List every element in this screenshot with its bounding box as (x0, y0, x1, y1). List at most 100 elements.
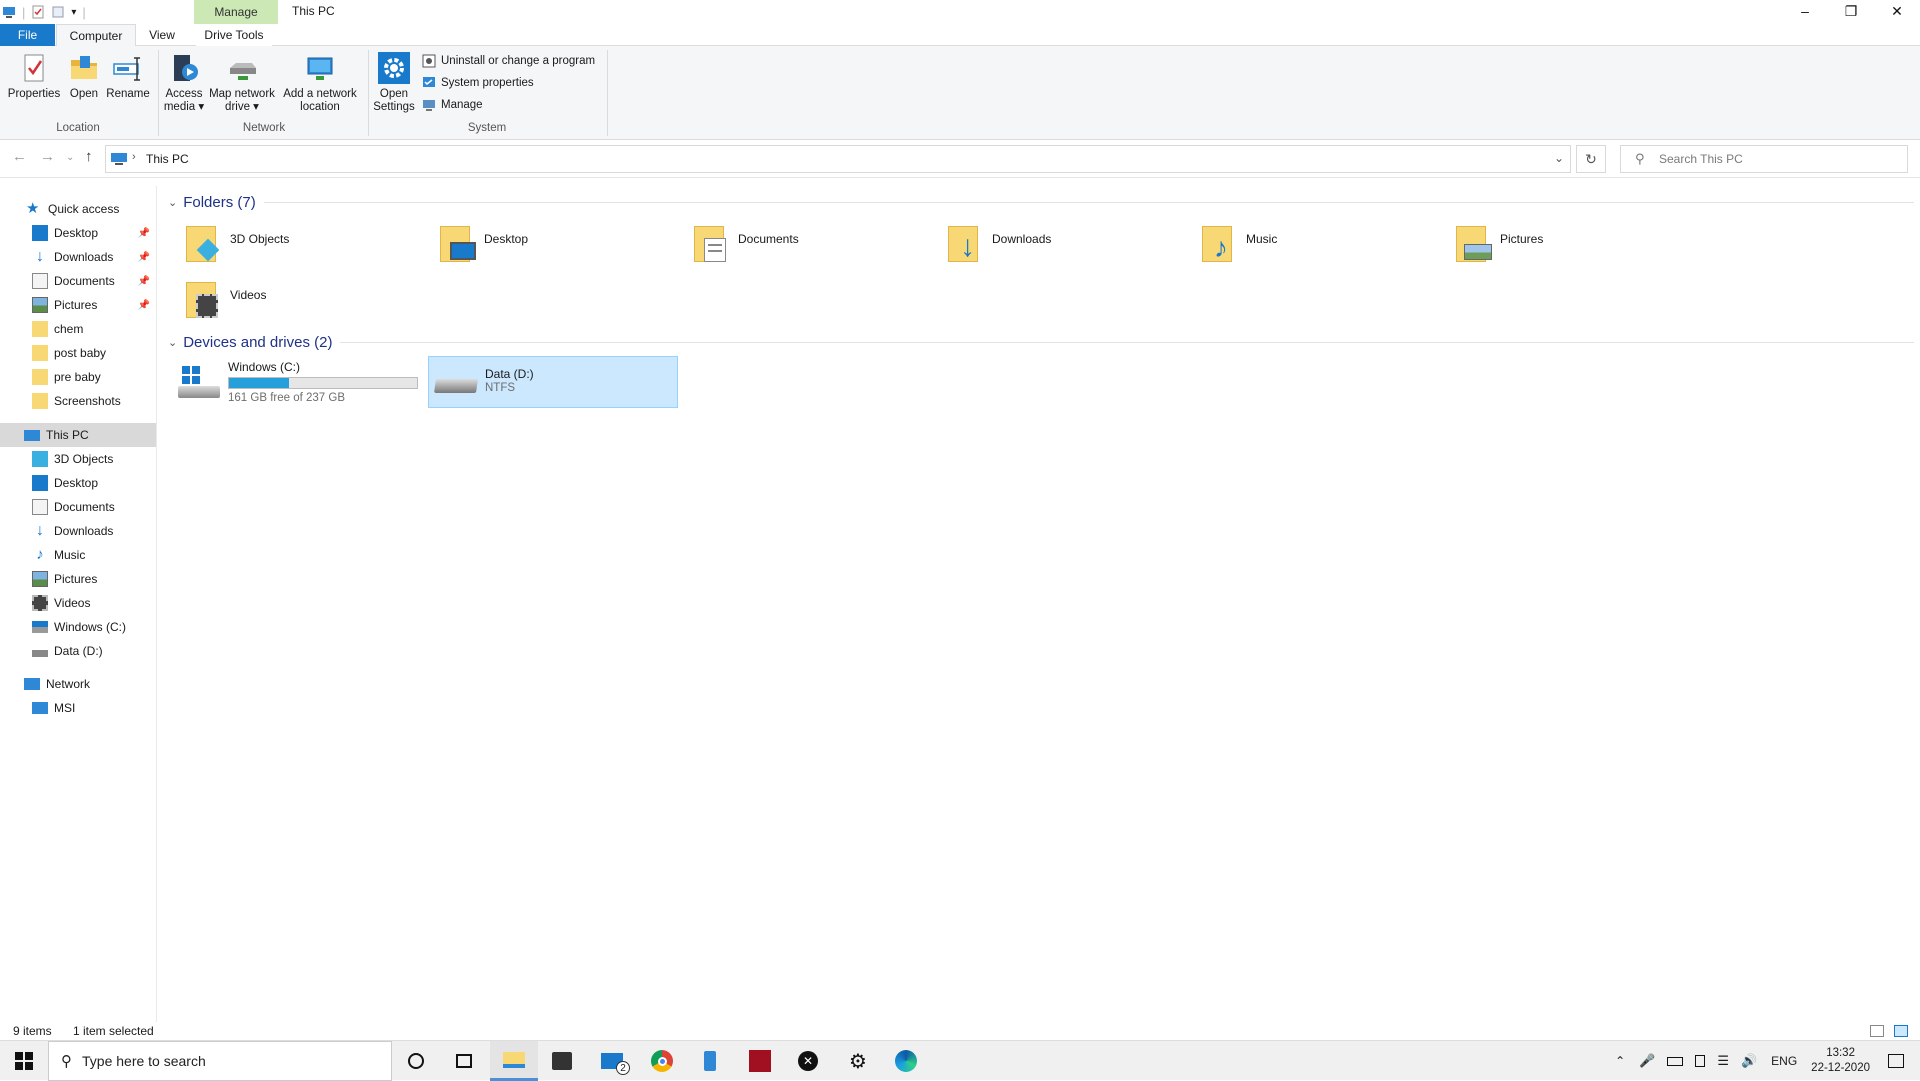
wifi-icon[interactable]: ☰ (1717, 1053, 1729, 1069)
tab-file[interactable]: File (0, 24, 55, 46)
tab-view[interactable]: View (140, 24, 184, 46)
new-folder-icon[interactable] (51, 5, 65, 19)
sidebar-item-msi[interactable]: MSI (0, 696, 156, 720)
device-icon[interactable] (1695, 1055, 1706, 1067)
sidebar-item-documents[interactable]: Documents 📌 (0, 269, 156, 293)
add-network-location-button[interactable]: Add a network location (280, 52, 360, 114)
taskbar-search-input[interactable]: ⚲ Type here to search (48, 1041, 392, 1081)
sidebar-item-3d-objects[interactable]: 3D Objects (0, 447, 156, 471)
taskbar-file-explorer[interactable] (490, 1041, 538, 1081)
properties-icon[interactable] (31, 5, 45, 19)
tab-drive-tools[interactable]: Drive Tools (196, 24, 272, 46)
sidebar-item-windows-c[interactable]: Windows (C:) (0, 615, 156, 639)
drive-name: Data (D:) (485, 367, 534, 381)
open-button[interactable]: Open (64, 52, 104, 101)
breadcrumb-chevron-icon[interactable]: › (132, 151, 136, 163)
large-icons-view-icon[interactable] (1894, 1025, 1908, 1037)
sidebar-item-documents-pc[interactable]: Documents (0, 495, 156, 519)
task-view-button[interactable] (440, 1041, 488, 1081)
taskbar-store[interactable] (538, 1041, 586, 1081)
pin-icon[interactable]: 📌 (138, 300, 150, 311)
map-network-drive-button[interactable]: Map network drive ▾ (206, 52, 278, 114)
sidebar-item-downloads[interactable]: ↓ Downloads 📌 (0, 245, 156, 269)
sidebar-item-videos[interactable]: Videos (0, 591, 156, 615)
address-bar[interactable]: › This PC ⌄ (105, 145, 1571, 173)
microphone-icon[interactable]: 🎤 (1639, 1053, 1655, 1069)
tab-computer[interactable]: Computer (56, 24, 136, 47)
chevron-down-icon[interactable]: ⌄ (168, 196, 177, 209)
properties-button[interactable]: Properties (6, 52, 62, 101)
forward-arrow-icon[interactable]: → (40, 148, 55, 165)
volume-icon[interactable]: 🔊 (1741, 1053, 1757, 1069)
details-view-icon[interactable] (1870, 1025, 1884, 1037)
taskbar-edge[interactable] (882, 1041, 930, 1081)
sidebar-item-screenshots[interactable]: Screenshots (0, 389, 156, 413)
group-header-folders[interactable]: ⌄ Folders (7) (164, 190, 1914, 214)
taskbar-xbox[interactable]: ✕ (784, 1041, 832, 1081)
folder-name: Downloads (992, 232, 1052, 246)
sidebar-item-network[interactable]: Network (0, 672, 156, 696)
up-arrow-icon[interactable]: ↑ (85, 148, 93, 165)
add-location-line2: location (300, 101, 340, 113)
back-arrow-icon[interactable]: ← (12, 148, 27, 165)
folder-desktop[interactable]: Desktop (438, 222, 688, 274)
folder-documents[interactable]: Documents (692, 222, 942, 274)
start-button[interactable] (0, 1041, 48, 1081)
clock[interactable]: 13:32 22-12-2020 (1811, 1046, 1870, 1076)
minimize-button[interactable]: – (1782, 0, 1828, 22)
taskbar-red-app[interactable] (736, 1041, 784, 1081)
close-button[interactable]: ✕ (1874, 0, 1920, 22)
sidebar-item-chem[interactable]: chem (0, 317, 156, 341)
taskbar-phone-app[interactable] (686, 1041, 734, 1081)
pin-icon[interactable]: 📌 (138, 276, 150, 287)
context-tab-manage[interactable]: Manage (194, 0, 278, 24)
notification-center-icon[interactable] (1888, 1054, 1904, 1068)
mail-badge: 2 (616, 1061, 630, 1075)
folder-downloads[interactable]: ↓ Downloads (946, 222, 1196, 274)
manage-button[interactable]: Manage (422, 96, 483, 114)
sidebar-item-quick-access[interactable]: ★ Quick access (0, 197, 156, 221)
chevron-down-icon[interactable]: ⌄ (168, 336, 177, 349)
battery-icon[interactable] (1667, 1056, 1684, 1066)
drive-windows-c[interactable]: Windows (C:) 161 GB free of 237 GB (176, 356, 422, 408)
taskbar-mail[interactable]: 2 (588, 1041, 636, 1081)
show-hidden-icons-icon[interactable]: ⌃ (1615, 1054, 1625, 1068)
search-input[interactable]: ⚲ Search This PC (1620, 145, 1908, 173)
group-header-drives[interactable]: ⌄ Devices and drives (2) (164, 330, 1914, 354)
sidebar-item-desktop[interactable]: Desktop 📌 (0, 221, 156, 245)
sidebar-item-downloads-pc[interactable]: ↓ Downloads (0, 519, 156, 543)
system-properties-button[interactable]: System properties (422, 74, 534, 92)
folder-3d-objects[interactable]: 3D Objects (184, 222, 434, 274)
taskbar-chrome[interactable] (638, 1041, 686, 1081)
sidebar-item-this-pc[interactable]: This PC (0, 423, 156, 447)
folder-videos[interactable]: Videos (184, 278, 434, 330)
group-header-label: Folders (7) (183, 193, 256, 211)
recent-locations-icon[interactable]: ⌄ (66, 152, 74, 163)
customize-qat-icon[interactable]: ▾ (71, 7, 76, 18)
sidebar-item-pictures-pc[interactable]: Pictures (0, 567, 156, 591)
breadcrumb-this-pc[interactable]: This PC (146, 146, 189, 172)
rename-button[interactable]: Rename (106, 52, 150, 101)
address-dropdown-icon[interactable]: ⌄ (1554, 151, 1564, 165)
drive-data-d[interactable]: Data (D:) NTFS (428, 356, 678, 408)
sidebar-item-pre-baby[interactable]: pre baby (0, 365, 156, 389)
folder-music[interactable]: ♪ Music (1200, 222, 1450, 274)
cortana-button[interactable] (392, 1041, 440, 1081)
sidebar-item-post-baby[interactable]: post baby (0, 341, 156, 365)
folder-pictures[interactable]: Pictures (1454, 222, 1704, 274)
sidebar-item-pictures[interactable]: Pictures 📌 (0, 293, 156, 317)
refresh-button[interactable]: ↻ (1576, 145, 1606, 173)
quick-access-toolbar: | ▾ | (0, 0, 86, 24)
sidebar-item-data-d[interactable]: Data (D:) (0, 639, 156, 663)
taskbar-settings[interactable]: ⚙ (834, 1041, 882, 1081)
restore-button[interactable]: ❐ (1828, 0, 1874, 22)
group-header-label: Devices and drives (2) (183, 333, 333, 351)
pin-icon[interactable]: 📌 (138, 228, 150, 239)
input-language[interactable]: ENG (1771, 1054, 1797, 1068)
pin-icon[interactable]: 📌 (138, 252, 150, 263)
sidebar-item-music[interactable]: ♪ Music (0, 543, 156, 567)
open-settings-button[interactable]: Open Settings (372, 52, 416, 114)
access-media-button[interactable]: Access media ▾ (162, 52, 206, 114)
uninstall-program-button[interactable]: Uninstall or change a program (422, 52, 595, 70)
sidebar-item-desktop-pc[interactable]: Desktop (0, 471, 156, 495)
